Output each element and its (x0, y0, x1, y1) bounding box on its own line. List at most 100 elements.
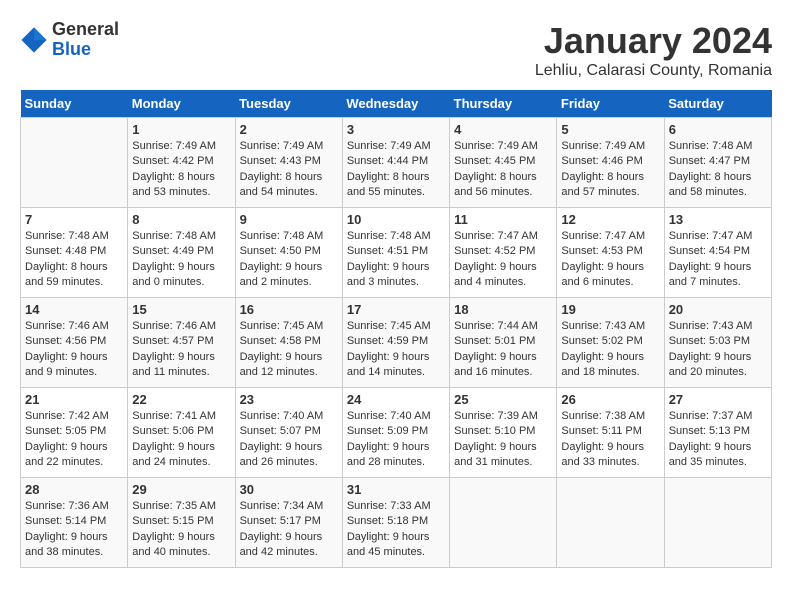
calendar-cell: 26 Sunrise: 7:38 AM Sunset: 5:11 PM Dayli… (557, 388, 664, 478)
day-info: Sunrise: 7:48 AM Sunset: 4:48 PM Dayligh… (25, 229, 123, 291)
day-number: 30 (240, 482, 338, 497)
day-number: 16 (240, 302, 338, 317)
calendar-cell: 7 Sunrise: 7:48 AM Sunset: 4:48 PM Daylig… (21, 208, 128, 298)
day-info: Sunrise: 7:36 AM Sunset: 5:14 PM Dayligh… (25, 499, 123, 561)
day-number: 11 (454, 212, 552, 227)
day-number: 21 (25, 392, 123, 407)
calendar-cell: 13 Sunrise: 7:47 AM Sunset: 4:54 PM Dayli… (664, 208, 771, 298)
calendar-cell: 29 Sunrise: 7:35 AM Sunset: 5:15 PM Dayli… (128, 478, 235, 568)
calendar-cell: 2 Sunrise: 7:49 AM Sunset: 4:43 PM Daylig… (235, 118, 342, 208)
day-number: 23 (240, 392, 338, 407)
day-info: Sunrise: 7:42 AM Sunset: 5:05 PM Dayligh… (25, 409, 123, 471)
day-info: Sunrise: 7:47 AM Sunset: 4:54 PM Dayligh… (669, 229, 767, 291)
calendar-cell (450, 478, 557, 568)
day-info: Sunrise: 7:49 AM Sunset: 4:45 PM Dayligh… (454, 139, 552, 201)
day-info: Sunrise: 7:47 AM Sunset: 4:52 PM Dayligh… (454, 229, 552, 291)
day-info: Sunrise: 7:37 AM Sunset: 5:13 PM Dayligh… (669, 409, 767, 471)
calendar-cell (21, 118, 128, 208)
header-day-thursday: Thursday (450, 90, 557, 118)
title-block: January 2024 Lehliu, Calarasi County, Ro… (535, 20, 772, 80)
day-number: 26 (561, 392, 659, 407)
day-number: 28 (25, 482, 123, 497)
day-info: Sunrise: 7:38 AM Sunset: 5:11 PM Dayligh… (561, 409, 659, 471)
day-info: Sunrise: 7:33 AM Sunset: 5:18 PM Dayligh… (347, 499, 445, 561)
calendar-cell (664, 478, 771, 568)
logo-blue: Blue (52, 40, 119, 60)
day-info: Sunrise: 7:48 AM Sunset: 4:50 PM Dayligh… (240, 229, 338, 291)
day-info: Sunrise: 7:48 AM Sunset: 4:51 PM Dayligh… (347, 229, 445, 291)
day-number: 18 (454, 302, 552, 317)
header-day-sunday: Sunday (21, 90, 128, 118)
day-number: 7 (25, 212, 123, 227)
header-day-monday: Monday (128, 90, 235, 118)
day-number: 27 (669, 392, 767, 407)
calendar-cell (557, 478, 664, 568)
day-number: 2 (240, 122, 338, 137)
month-title: January 2024 (535, 20, 772, 62)
header-day-saturday: Saturday (664, 90, 771, 118)
day-info: Sunrise: 7:35 AM Sunset: 5:15 PM Dayligh… (132, 499, 230, 561)
day-number: 19 (561, 302, 659, 317)
header-day-tuesday: Tuesday (235, 90, 342, 118)
calendar-cell: 31 Sunrise: 7:33 AM Sunset: 5:18 PM Dayli… (342, 478, 449, 568)
day-info: Sunrise: 7:47 AM Sunset: 4:53 PM Dayligh… (561, 229, 659, 291)
page-header: General Blue January 2024 Lehliu, Calara… (20, 20, 772, 80)
day-number: 12 (561, 212, 659, 227)
day-info: Sunrise: 7:40 AM Sunset: 5:09 PM Dayligh… (347, 409, 445, 471)
day-number: 20 (669, 302, 767, 317)
day-info: Sunrise: 7:34 AM Sunset: 5:17 PM Dayligh… (240, 499, 338, 561)
calendar-week-row: 28 Sunrise: 7:36 AM Sunset: 5:14 PM Dayli… (21, 478, 772, 568)
calendar-cell: 5 Sunrise: 7:49 AM Sunset: 4:46 PM Daylig… (557, 118, 664, 208)
calendar-cell: 28 Sunrise: 7:36 AM Sunset: 5:14 PM Dayli… (21, 478, 128, 568)
day-number: 3 (347, 122, 445, 137)
day-number: 29 (132, 482, 230, 497)
calendar-cell: 6Sunrise: 7:48 AM Sunset: 4:47 PM Daylig… (664, 118, 771, 208)
logo: General Blue (20, 20, 119, 60)
calendar-cell: 4 Sunrise: 7:49 AM Sunset: 4:45 PM Daylig… (450, 118, 557, 208)
day-info: Sunrise: 7:46 AM Sunset: 4:57 PM Dayligh… (132, 319, 230, 381)
day-number: 1 (132, 122, 230, 137)
day-number: 17 (347, 302, 445, 317)
calendar-header-row: SundayMondayTuesdayWednesdayThursdayFrid… (21, 90, 772, 118)
logo-icon (20, 26, 48, 54)
day-number: 13 (669, 212, 767, 227)
logo-general: General (52, 20, 119, 40)
day-info: Sunrise: 7:41 AM Sunset: 5:06 PM Dayligh… (132, 409, 230, 471)
day-number: 4 (454, 122, 552, 137)
calendar-cell: 17Sunrise: 7:45 AM Sunset: 4:59 PM Dayli… (342, 298, 449, 388)
day-number: 9 (240, 212, 338, 227)
calendar-cell: 16 Sunrise: 7:45 AM Sunset: 4:58 PM Dayli… (235, 298, 342, 388)
day-info: Sunrise: 7:48 AM Sunset: 4:47 PM Dayligh… (669, 139, 767, 201)
calendar-week-row: 7 Sunrise: 7:48 AM Sunset: 4:48 PM Daylig… (21, 208, 772, 298)
day-info: Sunrise: 7:49 AM Sunset: 4:46 PM Dayligh… (561, 139, 659, 201)
day-info: Sunrise: 7:45 AM Sunset: 4:58 PM Dayligh… (240, 319, 338, 381)
calendar-cell: 11 Sunrise: 7:47 AM Sunset: 4:52 PM Dayli… (450, 208, 557, 298)
calendar-cell: 21 Sunrise: 7:42 AM Sunset: 5:05 PM Dayli… (21, 388, 128, 478)
calendar-week-row: 1Sunrise: 7:49 AM Sunset: 4:42 PM Daylig… (21, 118, 772, 208)
calendar-week-row: 14Sunrise: 7:46 AM Sunset: 4:56 PM Dayli… (21, 298, 772, 388)
day-info: Sunrise: 7:49 AM Sunset: 4:43 PM Dayligh… (240, 139, 338, 201)
calendar-cell: 18 Sunrise: 7:44 AM Sunset: 5:01 PM Dayli… (450, 298, 557, 388)
day-number: 24 (347, 392, 445, 407)
calendar-cell: 12 Sunrise: 7:47 AM Sunset: 4:53 PM Dayli… (557, 208, 664, 298)
day-number: 22 (132, 392, 230, 407)
calendar-cell: 23 Sunrise: 7:40 AM Sunset: 5:07 PM Dayli… (235, 388, 342, 478)
day-number: 15 (132, 302, 230, 317)
calendar-table: SundayMondayTuesdayWednesdayThursdayFrid… (20, 90, 772, 568)
day-info: Sunrise: 7:48 AM Sunset: 4:49 PM Dayligh… (132, 229, 230, 291)
calendar-cell: 30 Sunrise: 7:34 AM Sunset: 5:17 PM Dayli… (235, 478, 342, 568)
calendar-cell: 24 Sunrise: 7:40 AM Sunset: 5:09 PM Dayli… (342, 388, 449, 478)
calendar-cell: 1Sunrise: 7:49 AM Sunset: 4:42 PM Daylig… (128, 118, 235, 208)
day-info: Sunrise: 7:40 AM Sunset: 5:07 PM Dayligh… (240, 409, 338, 471)
day-info: Sunrise: 7:44 AM Sunset: 5:01 PM Dayligh… (454, 319, 552, 381)
calendar-cell: 9 Sunrise: 7:48 AM Sunset: 4:50 PM Daylig… (235, 208, 342, 298)
day-info: Sunrise: 7:43 AM Sunset: 5:02 PM Dayligh… (561, 319, 659, 381)
calendar-cell: 27 Sunrise: 7:37 AM Sunset: 5:13 PM Dayli… (664, 388, 771, 478)
day-number: 10 (347, 212, 445, 227)
day-number: 31 (347, 482, 445, 497)
location: Lehliu, Calarasi County, Romania (535, 62, 772, 80)
header-day-wednesday: Wednesday (342, 90, 449, 118)
day-number: 5 (561, 122, 659, 137)
calendar-cell: 10 Sunrise: 7:48 AM Sunset: 4:51 PM Dayli… (342, 208, 449, 298)
calendar-cell: 20Sunrise: 7:43 AM Sunset: 5:03 PM Dayli… (664, 298, 771, 388)
